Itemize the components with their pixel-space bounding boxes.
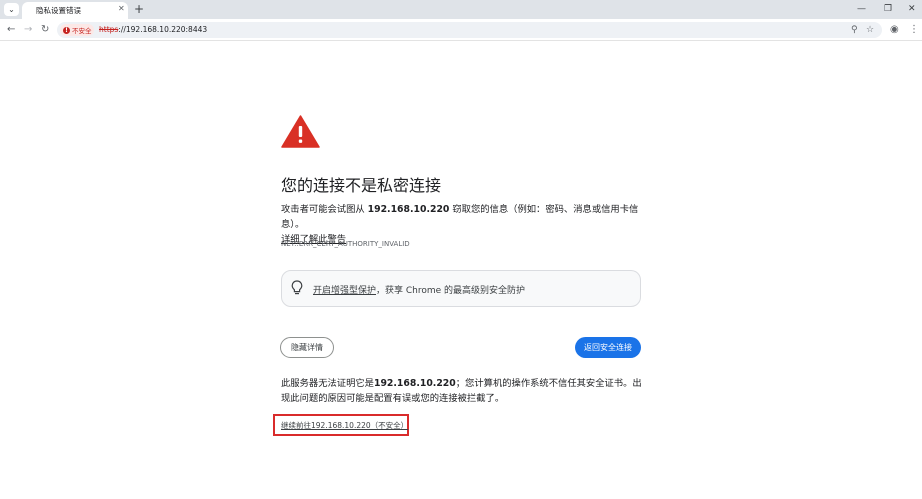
url-scheme: https [99, 25, 119, 34]
menu-icon[interactable]: ⋮ [909, 23, 919, 36]
reload-icon[interactable]: ↻ [41, 23, 49, 36]
window-close-icon[interactable]: ✕ [908, 3, 916, 15]
page-title: 您的连接不是私密连接 [281, 176, 442, 195]
enhanced-protection-link[interactable]: 开启增强型保护 [313, 286, 376, 296]
details-host: 192.168.10.220 [373, 378, 456, 389]
warning-triangle-icon [281, 115, 320, 148]
tab-close-icon[interactable]: ✕ [118, 4, 125, 13]
hide-details-button[interactable]: 隐藏详情 [280, 337, 334, 358]
minimize-icon[interactable]: — [857, 3, 866, 15]
url-host: ://192.168.10.220:8443 [118, 25, 208, 34]
url-text[interactable]: https://192.168.10.220:8443 [99, 25, 207, 34]
security-label: 不安全 [72, 27, 92, 35]
back-arrow-icon[interactable]: ← [7, 23, 15, 36]
chevron-down-icon: ⌄ [8, 5, 15, 14]
lightbulb-icon [291, 280, 303, 295]
details-description: 此服务器无法证明它是192.168.10.220；您计算机的操作系统不信任其安全… [281, 376, 643, 406]
profile-icon[interactable]: ◉ [890, 23, 899, 36]
forward-arrow-icon[interactable]: → [24, 23, 32, 36]
back-to-safety-button[interactable]: 返回安全连接 [575, 337, 641, 358]
bookmark-star-icon[interactable]: ☆ [866, 24, 874, 36]
enhanced-protection-banner: 开启增强型保护，获享 Chrome 的最高级别安全防护 [281, 270, 641, 307]
proceed-unsafe-link[interactable]: 继续前往192.168.10.220（不安全） [281, 420, 408, 431]
tab-strip: ⌄ 隐私设置错误 ✕ + — ❐ ✕ [0, 0, 922, 19]
browser-toolbar: ← → ↻ ! 不安全 https://192.168.10.220:8443 … [0, 19, 922, 41]
new-tab-plus-icon[interactable]: + [134, 2, 144, 16]
restore-icon[interactable]: ❐ [884, 3, 892, 15]
enhanced-protection-rest: ，获享 Chrome 的最高级别安全防护 [376, 286, 526, 296]
tab-search-button[interactable]: ⌄ [4, 3, 19, 16]
security-chip[interactable]: ! 不安全 [60, 24, 94, 36]
warning-dot-icon: ! [63, 26, 70, 34]
address-bar[interactable]: ! 不安全 https://192.168.10.220:8443 ⚲ ☆ [57, 22, 882, 38]
zoom-icon[interactable]: ⚲ [851, 24, 858, 36]
description-host: 192.168.10.220 [367, 204, 450, 215]
error-code: NET::ERR_CERT_AUTHORITY_INVALID [281, 240, 410, 248]
active-tab[interactable]: 隐私设置错误 ✕ [22, 2, 128, 19]
enhanced-protection-text: 开启增强型保护，获享 Chrome 的最高级别安全防护 [313, 283, 525, 296]
description-prefix: 攻击者可能会试图从 [281, 204, 368, 215]
tab-title: 隐私设置错误 [36, 6, 81, 15]
details-prefix: 此服务器无法证明它是 [281, 378, 374, 389]
